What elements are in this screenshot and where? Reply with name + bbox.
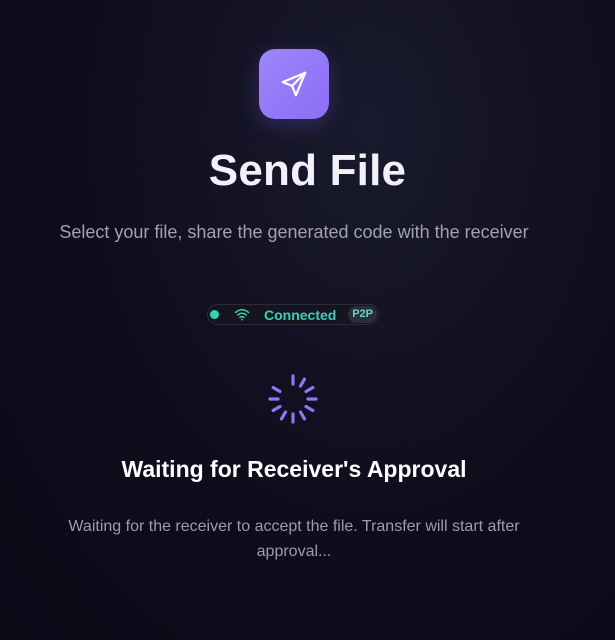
page-subtitle: Select your file, share the generated co…: [59, 222, 529, 242]
wifi-icon: [234, 308, 250, 322]
connection-status-badge: Connected P2P: [207, 304, 379, 325]
waiting-heading: Waiting for Receiver's Approval: [121, 456, 467, 482]
page-title: Send File: [208, 146, 407, 195]
status-dot-icon: [210, 310, 219, 319]
waiting-message: Waiting for the receiver to accept the f…: [68, 518, 520, 560]
p2p-badge: P2P: [348, 306, 377, 323]
connection-status-label: Connected: [264, 306, 337, 323]
send-icon: [259, 49, 329, 119]
send-file-page: Send File Select your file, share the ge…: [0, 0, 615, 640]
spinner-icon: [266, 372, 320, 426]
